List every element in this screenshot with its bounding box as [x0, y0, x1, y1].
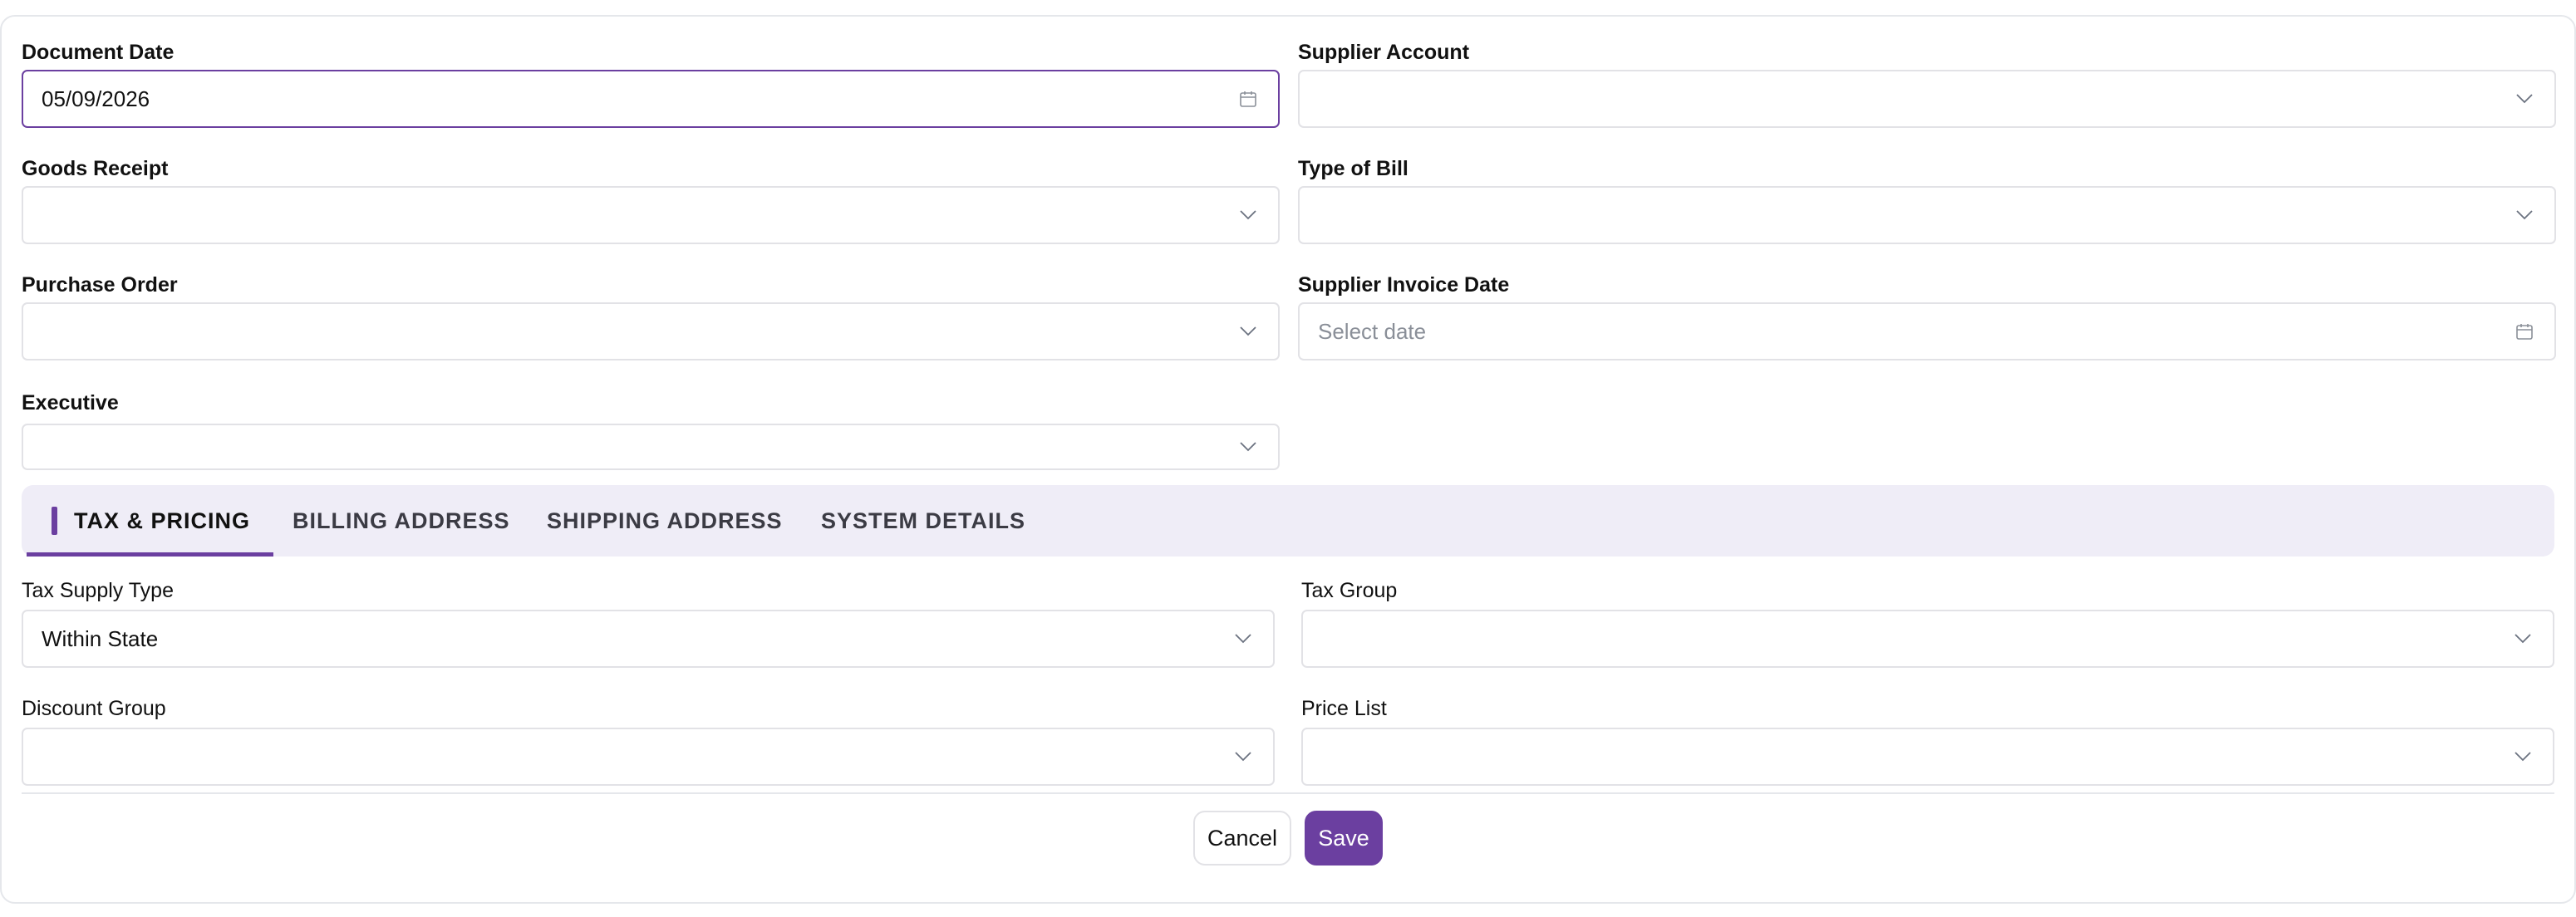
tax-supply-type-value: Within State — [42, 625, 159, 651]
chevron-down-icon — [2511, 627, 2534, 650]
tax-group-field: Tax Group — [1301, 578, 2554, 669]
executive-label: Executive — [22, 391, 119, 414]
calendar-icon[interactable] — [1236, 87, 1260, 110]
discount-group-field: Discount Group — [22, 696, 1275, 787]
tab-system-details[interactable]: SYSTEM DETAILS — [821, 485, 1025, 557]
document-date-input[interactable]: 05/09/2026 — [22, 70, 1280, 128]
discount-group-select[interactable] — [22, 728, 1275, 786]
document-date-value: 05/09/2026 — [42, 86, 150, 111]
tax-group-select[interactable] — [1301, 610, 2554, 668]
price-list-select[interactable] — [1301, 728, 2554, 786]
supplier-invoice-date-field: Supplier Invoice Date Select date — [1298, 272, 2556, 364]
executive-select[interactable] — [22, 424, 1280, 470]
chevron-down-icon — [1236, 320, 1260, 343]
save-button[interactable]: Save — [1305, 811, 1383, 866]
chevron-down-icon — [2511, 745, 2534, 768]
type-of-bill-label: Type of Bill — [1298, 157, 1408, 180]
chevron-down-icon — [2513, 87, 2536, 110]
supplier-invoice-date-label: Supplier Invoice Date — [1298, 273, 1510, 297]
tab-label: SYSTEM DETAILS — [821, 508, 1026, 533]
chevron-down-icon — [1236, 204, 1260, 227]
type-of-bill-select[interactable] — [1298, 186, 2556, 244]
goods-receipt-select[interactable] — [22, 186, 1280, 244]
purchase-order-label: Purchase Order — [22, 273, 178, 297]
chevron-down-icon — [1236, 435, 1260, 458]
tab-billing-address[interactable]: BILLING ADDRESS — [293, 485, 510, 557]
chevron-down-icon — [2513, 204, 2536, 227]
tab-label: TAX & PRICING — [74, 508, 251, 533]
tab-label: BILLING ADDRESS — [293, 508, 510, 533]
supplier-invoice-date-placeholder: Select date — [1318, 318, 1427, 344]
active-tab-underline — [27, 552, 274, 557]
type-of-bill-field: Type of Bill — [1298, 156, 2556, 248]
tab-shipping-address[interactable]: SHIPPING ADDRESS — [547, 485, 783, 557]
document-date-field: Document Date 05/09/2026 — [22, 40, 1280, 131]
calendar-icon[interactable] — [2513, 320, 2536, 343]
cancel-button[interactable]: Cancel — [1193, 811, 1291, 866]
supplier-invoice-date-input[interactable]: Select date — [1298, 302, 2556, 360]
price-list-field: Price List — [1301, 696, 2554, 787]
document-date-label: Document Date — [22, 41, 175, 64]
chevron-down-icon — [1231, 745, 1255, 768]
goods-receipt-field: Goods Receipt — [22, 156, 1280, 248]
purchase-order-field: Purchase Order — [22, 272, 1280, 364]
goods-receipt-label: Goods Receipt — [22, 157, 169, 180]
tab-label: SHIPPING ADDRESS — [547, 508, 783, 533]
active-tab-marker — [52, 507, 57, 535]
purchase-order-select[interactable] — [22, 302, 1280, 360]
tax-supply-type-label: Tax Supply Type — [22, 579, 174, 602]
supplier-account-label: Supplier Account — [1298, 41, 1470, 64]
price-list-label: Price List — [1301, 697, 1387, 720]
tab-tax-pricing[interactable]: TAX & PRICING — [27, 485, 274, 557]
tab-bar: TAX & PRICING BILLING ADDRESS SHIPPING A… — [22, 485, 2554, 557]
supplier-account-select[interactable] — [1298, 70, 2556, 128]
chevron-down-icon — [1231, 627, 1255, 650]
tax-supply-type-field: Tax Supply Type Within State — [22, 578, 1275, 669]
executive-field: Executive — [22, 390, 1280, 475]
supplier-account-field: Supplier Account — [1298, 40, 2556, 131]
tax-supply-type-select[interactable]: Within State — [22, 610, 1275, 668]
footer-divider — [22, 792, 2554, 794]
tax-group-label: Tax Group — [1301, 579, 1398, 602]
discount-group-label: Discount Group — [22, 697, 166, 720]
